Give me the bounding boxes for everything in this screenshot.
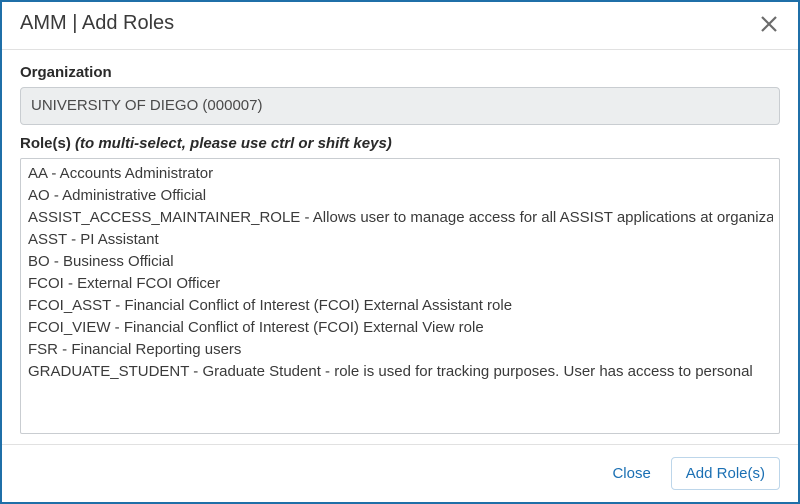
list-item[interactable]: ASSIST_ACCESS_MAINTAINER_ROLE - Allows u… bbox=[27, 207, 773, 229]
list-item[interactable]: FCOI_VIEW - Financial Conflict of Intere… bbox=[27, 317, 773, 339]
roles-listbox[interactable]: AA - Accounts Administrator AO - Adminis… bbox=[20, 158, 780, 434]
organization-label: Organization bbox=[20, 64, 780, 81]
add-roles-modal: AMM | Add Roles Organization UNIVERSITY … bbox=[0, 0, 800, 504]
list-item[interactable]: FCOI - External FCOI Officer bbox=[27, 273, 773, 295]
list-item[interactable]: AO - Administrative Official bbox=[27, 185, 773, 207]
list-item[interactable]: FCOI_ASST - Financial Conflict of Intere… bbox=[27, 295, 773, 317]
close-icon[interactable] bbox=[758, 13, 780, 35]
modal-body: Organization UNIVERSITY OF DIEGO (000007… bbox=[2, 50, 798, 444]
add-roles-button[interactable]: Add Role(s) bbox=[671, 457, 780, 490]
list-item[interactable]: FSR - Financial Reporting users bbox=[27, 339, 773, 361]
close-button[interactable]: Close bbox=[606, 459, 656, 488]
roles-label-hint: (to multi-select, please use ctrl or shi… bbox=[75, 135, 392, 152]
roles-label-prefix: Role(s) bbox=[20, 135, 75, 152]
list-item[interactable]: ASST - PI Assistant bbox=[27, 229, 773, 251]
list-item[interactable]: AA - Accounts Administrator bbox=[27, 163, 773, 185]
roles-label: Role(s) (to multi-select, please use ctr… bbox=[20, 135, 780, 152]
organization-field[interactable]: UNIVERSITY OF DIEGO (000007) bbox=[20, 87, 780, 125]
list-item[interactable]: GRADUATE_STUDENT - Graduate Student - ro… bbox=[27, 361, 773, 383]
modal-header: AMM | Add Roles bbox=[2, 2, 798, 50]
list-item[interactable]: BO - Business Official bbox=[27, 251, 773, 273]
modal-title: AMM | Add Roles bbox=[20, 12, 174, 35]
modal-footer: Close Add Role(s) bbox=[2, 444, 798, 502]
